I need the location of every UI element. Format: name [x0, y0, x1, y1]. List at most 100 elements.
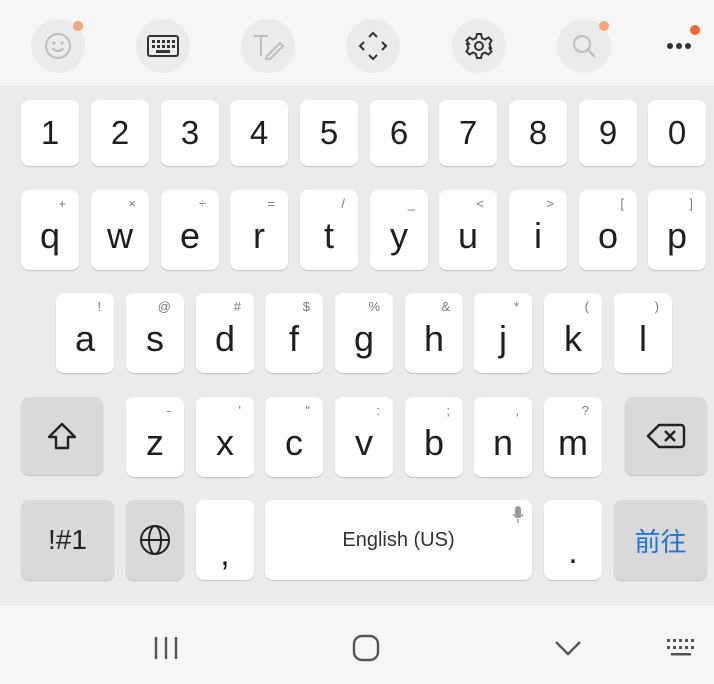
key-alt-symbol: ?	[581, 403, 589, 418]
navigation-bar	[0, 606, 714, 684]
key-r[interactable]: = r	[230, 190, 288, 270]
key-label: a	[74, 318, 96, 359]
period-key[interactable]: .	[544, 500, 602, 580]
move-cursor-button[interactable]	[346, 19, 400, 73]
key-label: f	[288, 318, 299, 359]
key-6[interactable]: 6	[370, 100, 428, 166]
key-alt-symbol: <	[476, 196, 484, 211]
recent-apps-button[interactable]	[146, 628, 186, 668]
key-alt-symbol: '	[238, 403, 241, 418]
key-8[interactable]: 8	[509, 100, 567, 166]
key-label: r	[253, 215, 265, 256]
key-label: j	[499, 318, 507, 359]
key-a[interactable]: ! a	[56, 293, 114, 373]
key-e[interactable]: ÷ e	[161, 190, 219, 270]
key-f[interactable]: $ f	[265, 293, 323, 373]
more-options-button[interactable]	[652, 19, 706, 73]
key-d[interactable]: # d	[196, 293, 254, 373]
keyboard-mode-button[interactable]	[136, 19, 190, 73]
handwriting-icon	[251, 32, 285, 60]
key-m[interactable]: ? m	[544, 397, 602, 477]
key-label: w	[107, 215, 133, 256]
key-alt-symbol: ÷	[198, 196, 206, 211]
key-j[interactable]: * j	[474, 293, 532, 373]
key-alt-symbol: ;	[446, 403, 450, 418]
key-7[interactable]: 7	[439, 100, 497, 166]
key-p[interactable]: ] p	[648, 190, 706, 270]
key-b[interactable]: ; b	[405, 397, 463, 477]
shift-icon	[46, 421, 78, 451]
emoji-button[interactable]	[31, 19, 85, 73]
key-v[interactable]: :v	[335, 397, 393, 477]
key-alt-symbol: #	[233, 299, 241, 314]
move-cursor-icon	[358, 31, 388, 61]
key-label: n	[492, 422, 514, 463]
settings-button[interactable]	[452, 19, 506, 73]
key-alt-symbol: >	[546, 196, 554, 211]
notification-dot	[73, 21, 83, 31]
key-q[interactable]: + q	[21, 190, 79, 270]
key-y[interactable]: _ y	[370, 190, 428, 270]
key-n[interactable]: ,n	[474, 397, 532, 477]
keyboard: 1 2 3 4 5 6 7 8 9 0 + q × w ÷ e = r / t _ y < u…	[0, 86, 714, 606]
key-alt-symbol: (	[584, 299, 589, 314]
comma-key[interactable]: ,	[196, 500, 254, 580]
key-9[interactable]: 9	[579, 100, 637, 166]
key-k[interactable]: (k	[544, 293, 602, 373]
go-key[interactable]: 前往	[614, 500, 707, 580]
microphone-icon	[512, 506, 524, 524]
key-i[interactable]: > i	[509, 190, 567, 270]
key-u[interactable]: < u	[439, 190, 497, 270]
keyboard-toolbar	[0, 0, 714, 86]
key-alt-symbol: &	[441, 299, 450, 314]
key-4[interactable]: 4	[230, 100, 288, 166]
key-label: o	[597, 215, 619, 256]
key-z[interactable]: -z	[126, 397, 184, 477]
key-alt-symbol: _	[407, 196, 415, 211]
key-alt-symbol: ,	[515, 403, 519, 418]
back-button[interactable]	[548, 628, 588, 668]
key-alt-symbol: $	[302, 299, 310, 314]
key-label: c	[285, 422, 303, 463]
shift-key[interactable]	[21, 397, 103, 475]
key-s[interactable]: @ s	[126, 293, 184, 373]
symbols-key[interactable]: !#1	[21, 500, 114, 580]
key-5[interactable]: 5	[300, 100, 358, 166]
key-alt-symbol: )	[654, 299, 659, 314]
key-alt-symbol: [	[620, 196, 624, 211]
key-label: l	[639, 318, 647, 359]
key-alt-symbol: ]	[689, 196, 693, 211]
key-3[interactable]: 3	[161, 100, 219, 166]
key-1[interactable]: 1	[21, 100, 79, 166]
backspace-key[interactable]	[625, 397, 707, 475]
key-alt-symbol: %	[368, 299, 380, 314]
key-h[interactable]: & h	[405, 293, 463, 373]
key-label: e	[179, 215, 201, 256]
key-label: z	[146, 422, 164, 463]
key-0[interactable]: 0	[648, 100, 706, 166]
home-button[interactable]	[346, 628, 386, 668]
key-2[interactable]: 2	[91, 100, 149, 166]
keyboard-icon	[147, 34, 179, 58]
key-alt-symbol: "	[305, 403, 310, 418]
handwriting-button[interactable]	[241, 19, 295, 73]
key-l[interactable]: ) l	[614, 293, 672, 373]
key-x[interactable]: ' x	[196, 397, 254, 477]
key-alt-symbol: /	[341, 196, 345, 211]
key-alt-symbol: +	[58, 196, 66, 211]
space-key[interactable]: English (US)	[265, 500, 532, 580]
recent-apps-icon	[151, 635, 181, 661]
key-o[interactable]: [o	[579, 190, 637, 270]
language-key[interactable]	[126, 500, 184, 580]
key-g[interactable]: % g	[335, 293, 393, 373]
key-label: s	[146, 318, 164, 359]
key-c[interactable]: " c	[265, 397, 323, 477]
key-label: v	[355, 422, 373, 463]
emoji-icon	[44, 32, 72, 60]
keyboard-switch-button[interactable]	[660, 628, 704, 668]
key-label: h	[423, 318, 445, 359]
backspace-icon	[646, 422, 686, 450]
key-w[interactable]: × w	[91, 190, 149, 270]
key-t[interactable]: / t	[300, 190, 358, 270]
search-button[interactable]	[557, 19, 611, 73]
